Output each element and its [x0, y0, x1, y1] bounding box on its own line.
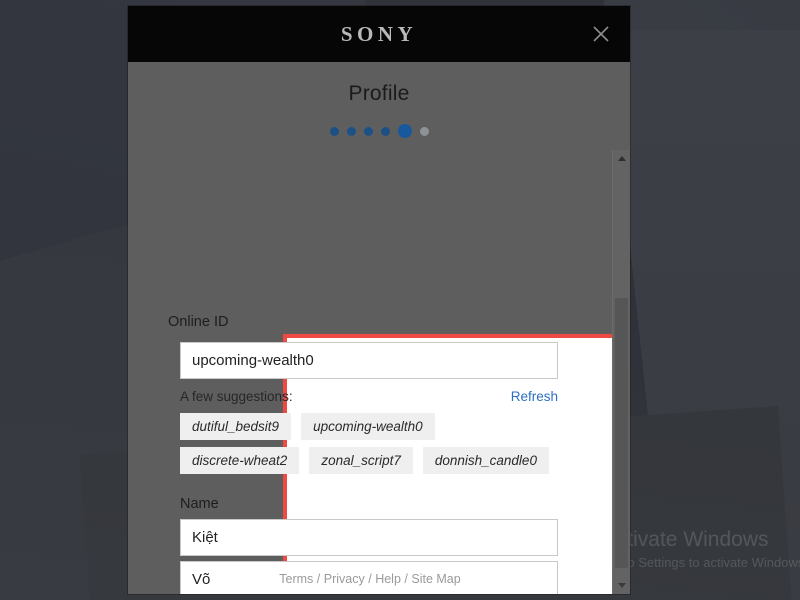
first-name-input[interactable] [180, 519, 558, 556]
footer-separator: / [368, 572, 372, 586]
sony-account-dialog: SONY Profile Online ID upcoming-wealth0 … [128, 6, 630, 594]
online-id-block: A few suggestions: Refresh dutiful_bedsi… [168, 342, 570, 594]
dialog-body: Online ID A few suggestions: Refresh [128, 150, 612, 594]
sony-logo: SONY [340, 21, 418, 46]
suggestion-chip[interactable]: discrete-wheat2 [180, 447, 300, 474]
windows-activation-watermark: Activate Windows Go to Settings to activ… [603, 526, 800, 572]
suggestion-chip[interactable]: zonal_script7 [309, 447, 413, 474]
refresh-suggestions-link[interactable]: Refresh [511, 389, 558, 404]
watermark-title: Activate Windows [602, 528, 769, 552]
footer-link-privacy[interactable]: Privacy [324, 572, 365, 586]
step-dot-3 [363, 126, 373, 136]
suggestion-chip[interactable]: upcoming-wealth0 [301, 413, 435, 440]
step-dot-2 [346, 126, 356, 136]
suggestion-chip[interactable]: donnish_candle0 [422, 447, 549, 474]
step-dot-4 [380, 126, 390, 136]
scrollbar-thumb[interactable] [615, 298, 628, 568]
profile-form: A few suggestions: Refresh dutiful_bedsi… [168, 314, 570, 594]
footer-links: Terms / Privacy / Help / Site Map [128, 572, 612, 586]
close-icon[interactable] [586, 19, 616, 49]
name-label: Name [180, 496, 219, 512]
scroll-up-arrow-icon[interactable] [613, 150, 630, 167]
footer-link-help[interactable]: Help [375, 572, 401, 586]
footer-link-sitemap[interactable]: Site Map [411, 572, 460, 586]
online-id-inner: A few suggestions: Refresh dutiful_bedsi… [168, 342, 570, 594]
step-dot-1 [329, 126, 339, 136]
footer-separator: / [316, 572, 321, 586]
suggestions-row: A few suggestions: Refresh [180, 389, 558, 404]
suggestion-chip[interactable]: dutiful_bedsit9 [180, 413, 292, 440]
footer-separator: / [404, 572, 408, 586]
online-id-input[interactable] [180, 342, 558, 379]
scroll-down-arrow-icon[interactable] [613, 577, 630, 594]
step-indicator [128, 124, 630, 138]
screen: Activate Windows Go to Settings to activ… [0, 0, 800, 600]
suggestions-label: A few suggestions: [180, 389, 293, 404]
page-title: Profile [348, 82, 410, 105]
watermark-subtitle: Go to Settings to activate Windows. [602, 555, 800, 571]
dialog-title-zone: Profile [128, 62, 630, 150]
dialog-body-wrap: Online ID A few suggestions: Refresh [128, 150, 630, 594]
step-dot-6 [419, 126, 429, 136]
dialog-scrollbar[interactable] [612, 150, 630, 594]
footer-link-terms[interactable]: Terms [279, 572, 313, 586]
dialog-header: SONY [128, 6, 630, 62]
step-dot-5-active [397, 124, 412, 138]
suggestion-chip-list: dutiful_bedsit9 upcoming-wealth0 discret… [180, 413, 558, 474]
